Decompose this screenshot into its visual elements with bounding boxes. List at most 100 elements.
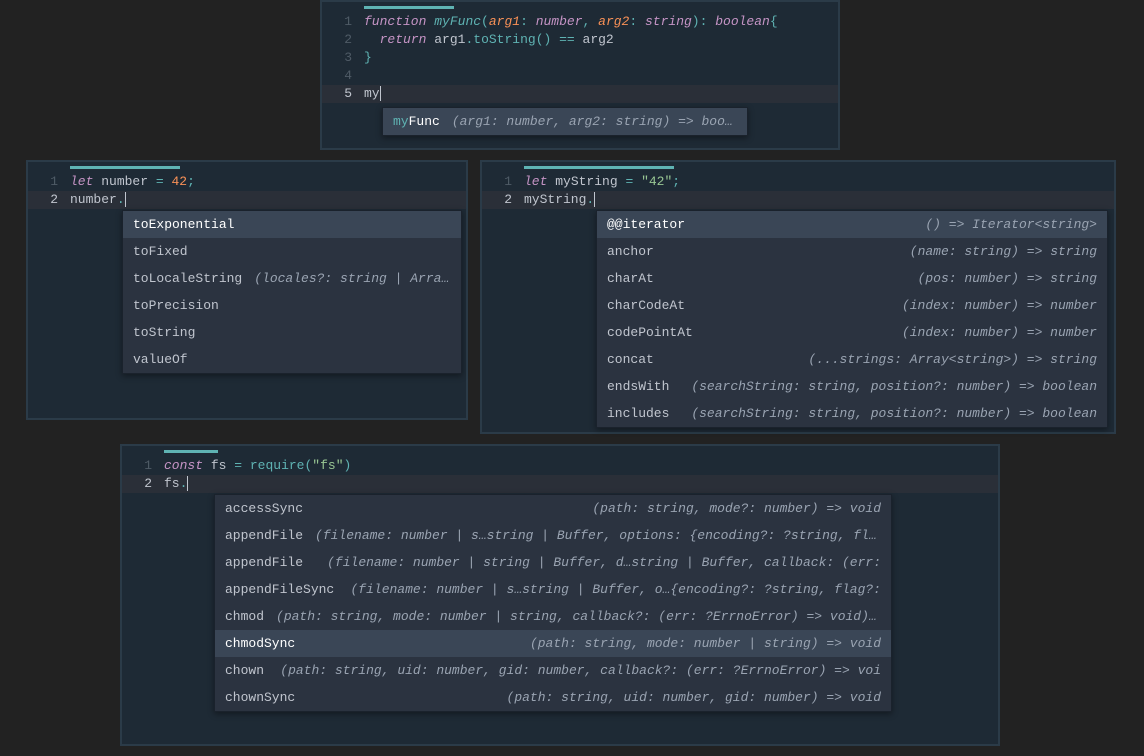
code-line[interactable]: 2number. [28,191,466,209]
autocomplete-label: toString [133,325,195,340]
autocomplete-item[interactable]: accessSync (path: string, mode?: number) … [215,495,891,522]
code-content[interactable]: const fs = require("fs") [164,457,351,475]
autocomplete-label: toLocaleString [133,271,242,286]
autocomplete-item[interactable]: chown (path: string, uid: number, gid: nu… [215,657,891,684]
autocomplete-label: toFixed [133,244,188,259]
code-line[interactable]: 2fs. [122,475,998,493]
autocomplete-item[interactable]: valueOf [123,346,461,373]
autocomplete-item[interactable]: chmodSync (path: string, mode: number | s… [215,630,891,657]
tab-marker [524,166,674,169]
autocomplete-item[interactable]: toFixed [123,238,461,265]
code-line[interactable]: 1const fs = require("fs") [122,457,998,475]
code-line[interactable]: 3} [322,49,838,67]
autocomplete-item[interactable]: concat(...strings: Array<string>) => str… [597,346,1107,373]
code-content[interactable]: my [364,85,381,103]
autocomplete-item[interactable]: chownSync (path: string, uid: number, gid… [215,684,891,711]
autocomplete-signature: (path: string, uid: number, gid: number,… [280,663,881,678]
autocomplete-item[interactable]: endsWith (searchString: string, position?… [597,373,1107,400]
code-line[interactable]: 4 [322,67,838,85]
autocomplete-label: @@iterator [607,217,685,232]
line-number: 2 [482,191,524,209]
autocomplete-signature: (locales?: string | Array<str… [254,271,451,286]
autocomplete-item[interactable]: chmod (path: string, mode: number | strin… [215,603,891,630]
autocomplete-label: endsWith [607,379,669,394]
autocomplete-signature: (pos: number) => string [918,271,1097,286]
line-number: 3 [322,49,364,67]
autocomplete-item[interactable]: toPrecision [123,292,461,319]
autocomplete-signature: (searchString: string, position?: number… [691,406,1097,421]
code-content[interactable]: number. [70,191,126,209]
autocomplete-item[interactable]: charCodeAt (index: number) => number [597,292,1107,319]
autocomplete-label: chmodSync [225,636,295,651]
code-content[interactable]: fs. [164,475,188,493]
autocomplete-signature: (filename: number | string | Buffer, d…s… [327,555,881,570]
code-content[interactable]: let number = 42; [70,173,195,191]
autocomplete-label: includes [607,406,669,421]
autocomplete-item[interactable]: toLocaleString (locales?: string | Array<… [123,265,461,292]
autocomplete-signature: (searchString: string, position?: number… [691,379,1097,394]
autocomplete-signature: (filename: number | s…string | Buffer, o… [351,582,882,597]
autocomplete-label: appendFile [225,528,303,543]
autocomplete-signature: (path: string, uid: number, gid: number)… [507,690,881,705]
autocomplete-item[interactable]: myFunc (arg1: number, arg2: string) => bo… [383,108,747,135]
autocomplete-label: charAt [607,271,654,286]
autocomplete-popup[interactable]: accessSync (path: string, mode?: number) … [214,494,892,712]
code-content[interactable]: } [364,49,372,67]
line-number: 2 [322,31,364,49]
tab-marker [164,450,218,453]
code-line[interactable]: 2myString. [482,191,1114,209]
autocomplete-label: chownSync [225,690,295,705]
autocomplete-item[interactable]: appendFile (filename: number | string | B… [215,549,891,576]
code-line[interactable]: 1let number = 42; [28,173,466,191]
line-number: 1 [322,13,364,31]
code-content[interactable]: let myString = "42"; [524,173,680,191]
autocomplete-label: accessSync [225,501,303,516]
line-number: 2 [122,475,164,493]
autocomplete-signature: (path: string, mode: number | string, ca… [276,609,881,624]
autocomplete-item[interactable]: toString [123,319,461,346]
autocomplete-signature: (path: string, mode?: number) => void [592,501,881,516]
code-content[interactable]: return arg1.toString() == arg2 [364,31,614,49]
editor-panel-2: 1let number = 42;2number. toExponentialt… [26,160,468,420]
autocomplete-item[interactable]: codePointAt(index: number) => number [597,319,1107,346]
autocomplete-item[interactable]: @@iterator () => Iterator<string> [597,211,1107,238]
autocomplete-label: concat [607,352,654,367]
autocomplete-label: appendFileSync [225,582,334,597]
autocomplete-label: anchor [607,244,654,259]
editor-panel-3: 1let myString = "42";2myString. @@iterat… [480,160,1116,434]
line-number: 5 [322,85,364,103]
autocomplete-signature: () => Iterator<string> [925,217,1097,232]
autocomplete-label: appendFile [225,555,303,570]
autocomplete-item[interactable]: anchor(name: string) => string [597,238,1107,265]
autocomplete-item[interactable]: toExponential [123,211,461,238]
autocomplete-popup[interactable]: myFunc (arg1: number, arg2: string) => bo… [382,107,748,136]
autocomplete-popup[interactable]: toExponential toFixed toLocaleString (local… [122,210,462,374]
code-line[interactable]: 1function myFunc(arg1: number, arg2: str… [322,13,838,31]
line-number: 1 [28,173,70,191]
autocomplete-label: valueOf [133,352,188,367]
autocomplete-item[interactable]: charAt (pos: number) => string [597,265,1107,292]
autocomplete-label: charCodeAt [607,298,685,313]
code-content[interactable]: myString. [524,191,595,209]
tab-marker [364,6,454,9]
autocomplete-label: chmod [225,609,264,624]
code-line[interactable]: 2 return arg1.toString() == arg2 [322,31,838,49]
autocomplete-item[interactable]: appendFileSync (filename: number | s…stri… [215,576,891,603]
line-number: 4 [322,67,364,85]
autocomplete-label: toPrecision [133,298,219,313]
line-number: 1 [482,173,524,191]
autocomplete-item[interactable]: includes (searchString: string, position?… [597,400,1107,427]
autocomplete-signature: (index: number) => number [902,325,1097,340]
code-line[interactable]: 5my [322,85,838,103]
editor-panel-4: 1const fs = require("fs")2fs. accessSync… [120,444,1000,746]
autocomplete-popup[interactable]: @@iterator () => Iterator<string> anchor(n… [596,210,1108,428]
autocomplete-label: myFunc [393,114,440,129]
autocomplete-signature: (path: string, mode: number | string) =>… [530,636,881,651]
editor-panel-1: 1function myFunc(arg1: number, arg2: str… [320,0,840,150]
autocomplete-signature: (index: number) => number [902,298,1097,313]
autocomplete-item[interactable]: appendFile(filename: number | s…string |… [215,522,891,549]
code-line[interactable]: 1let myString = "42"; [482,173,1114,191]
autocomplete-signature: (arg1: number, arg2: string) => boolean [452,114,737,129]
autocomplete-label: chown [225,663,264,678]
code-content[interactable]: function myFunc(arg1: number, arg2: stri… [364,13,778,31]
